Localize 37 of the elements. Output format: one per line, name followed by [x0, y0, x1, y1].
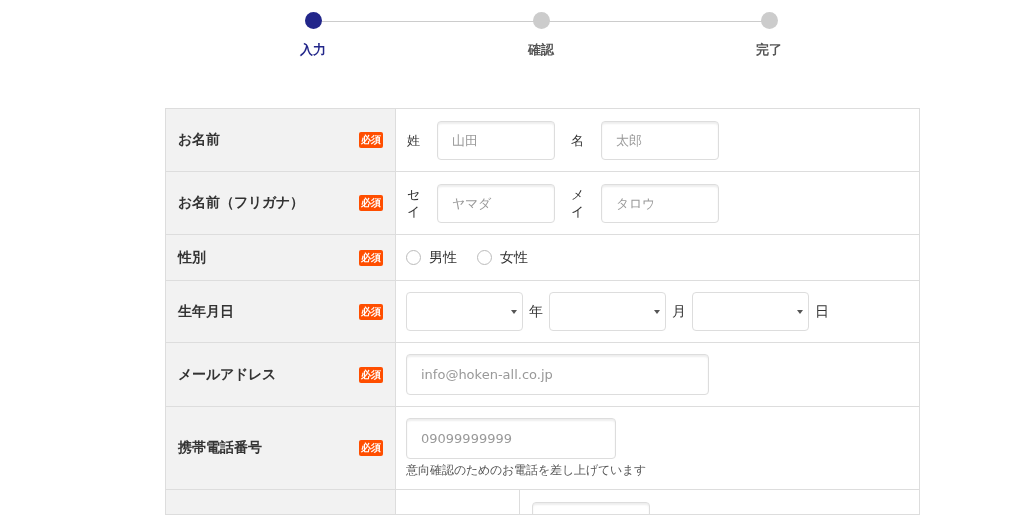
text-field[interactable]: 山田 [437, 120, 555, 160]
field-label: お名前（フリガナ） [178, 194, 304, 212]
required-badge: 必須 [359, 195, 383, 211]
field-prefix: 姓 [407, 131, 421, 149]
field-prefix: メイ [571, 186, 585, 220]
caret-icon [654, 309, 660, 314]
select-field[interactable] [549, 292, 666, 331]
field-label: メールアドレス [178, 365, 276, 384]
field-label: 携帯電話番号 [178, 439, 262, 457]
step-label: 完了 [756, 41, 782, 59]
email-field[interactable]: info@hoken-all.co.jp [406, 354, 709, 395]
caret-icon [511, 309, 517, 314]
field-label: お名前 [178, 131, 220, 149]
required-badge: 必須 [359, 303, 383, 320]
field-prefix: セイ [407, 186, 421, 220]
required-badge: 必須 [359, 249, 383, 266]
required-badge: 必須 [359, 366, 383, 383]
required-badge: 必須 [359, 440, 383, 456]
select-field[interactable] [692, 292, 809, 331]
field-note: 意向確認のためのお電話を差し上げています [406, 462, 646, 479]
field-label: 生年月日 [178, 302, 234, 321]
step-label: 入力 [300, 41, 326, 59]
field-suffix: 月 [672, 302, 686, 321]
phone-field[interactable]: 09099999999 [406, 418, 616, 459]
text-field[interactable]: タロウ [601, 183, 719, 223]
radio-label: 男性 [429, 248, 457, 267]
text-field[interactable]: 太郎 [601, 120, 719, 160]
field-prefix: 名 [571, 131, 585, 149]
text-field[interactable]: ヤマダ [437, 183, 555, 223]
caret-icon [797, 309, 803, 314]
select-field[interactable] [406, 292, 523, 331]
step-label: 確認 [528, 41, 554, 59]
radio-label: 女性 [500, 248, 528, 267]
field-suffix: 年 [529, 302, 543, 321]
field-suffix: 日 [815, 302, 829, 321]
required-badge: 必須 [359, 132, 383, 148]
field-label: 性別 [178, 248, 206, 267]
